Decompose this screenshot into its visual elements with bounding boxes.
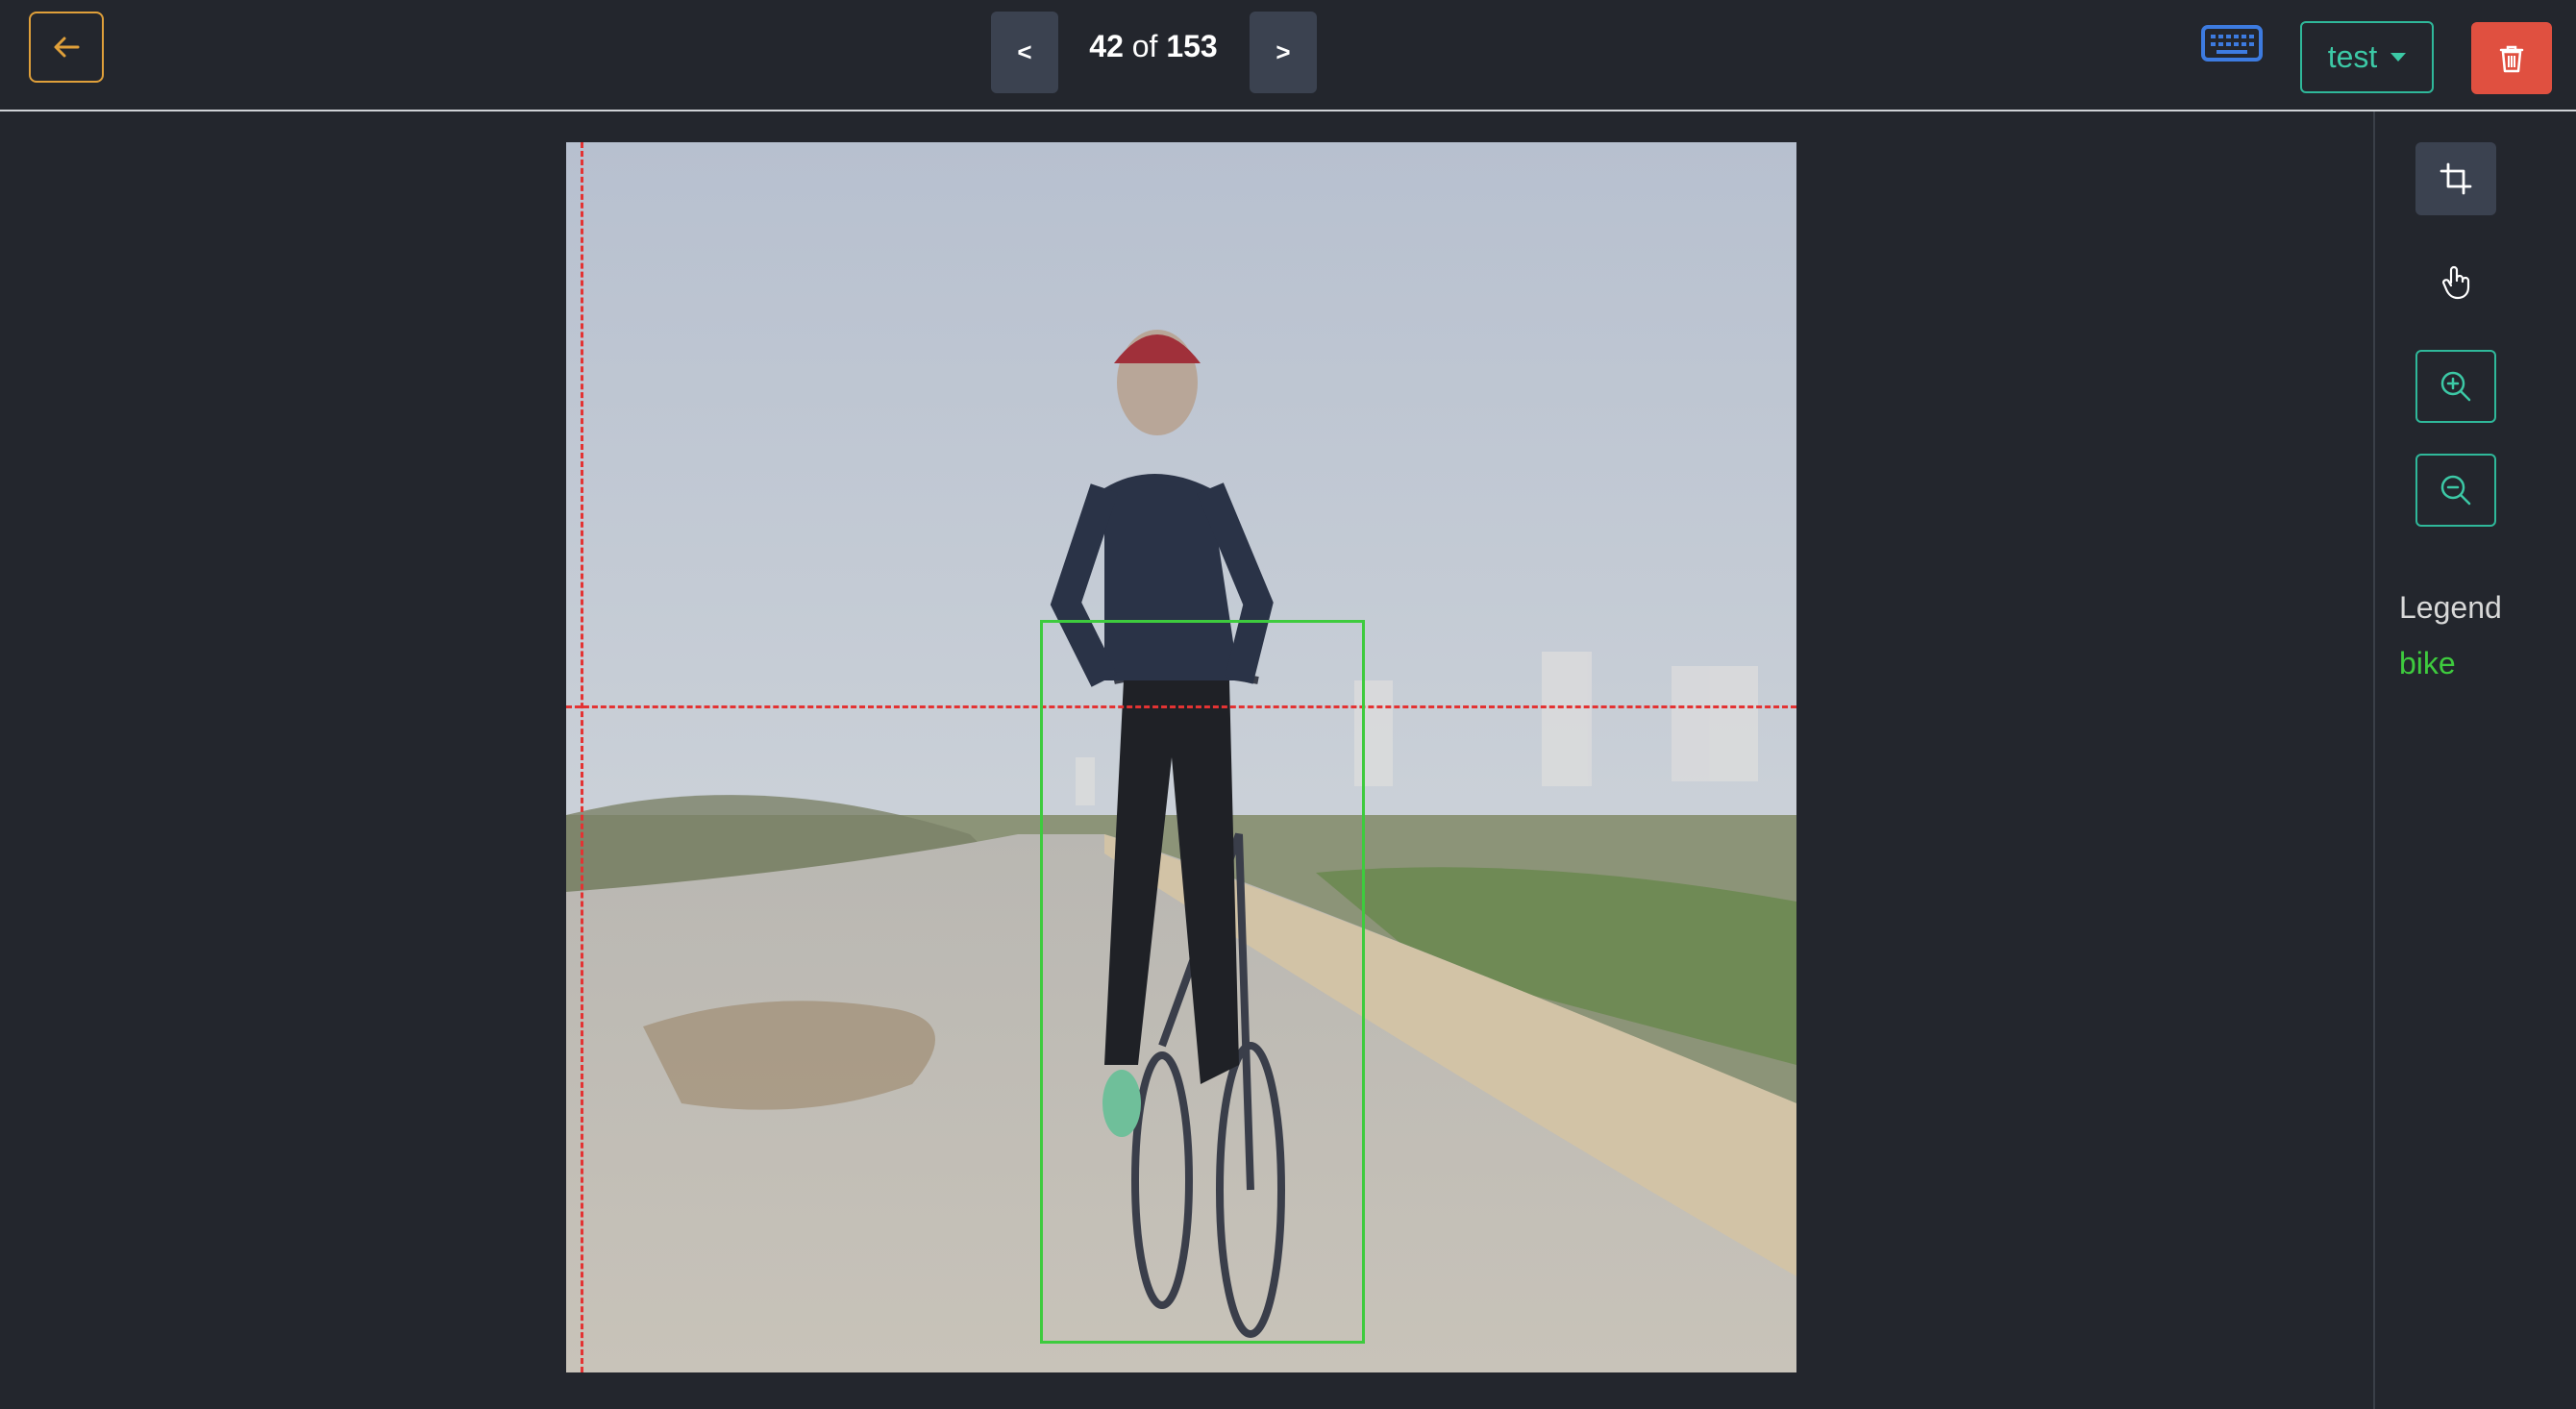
trash-icon [2499, 45, 2524, 72]
current-index: 42 [1089, 29, 1124, 63]
zoom-out-button[interactable] [2415, 454, 2496, 527]
next-image-button[interactable]: > [1250, 12, 1317, 93]
top-toolbar: < 42 of 153 > test [0, 0, 2576, 111]
zoom-out-icon [2440, 475, 2471, 506]
arrow-left-icon [54, 37, 80, 58]
split-dropdown[interactable]: test [2300, 21, 2434, 93]
zoom-in-icon [2440, 371, 2471, 402]
counter-separator: of [1123, 29, 1167, 63]
delete-button[interactable] [2471, 22, 2552, 94]
tools-sidebar: Legend bike [2373, 111, 2576, 1409]
keyboard-icon[interactable] [2201, 25, 2263, 63]
split-dropdown-value: test [2327, 39, 2378, 74]
bounding-box-bike[interactable] [1040, 620, 1365, 1344]
back-button[interactable] [29, 12, 104, 83]
crop-tool-button[interactable] [2415, 142, 2496, 215]
legend-title: Legend [2399, 590, 2502, 625]
hand-pointer-icon [2441, 265, 2470, 300]
image-counter: 42 of 153 [1057, 29, 1250, 64]
total-count: 153 [1166, 29, 1218, 63]
vertical-crosshair-guide [581, 142, 583, 1372]
chevron-down-icon [2390, 53, 2407, 62]
previous-image-button[interactable]: < [991, 12, 1058, 93]
zoom-in-button[interactable] [2415, 350, 2496, 423]
legend-item-bike: bike [2399, 646, 2456, 680]
pan-tool-button[interactable] [2415, 246, 2496, 319]
annotation-canvas[interactable] [566, 142, 1796, 1372]
crop-icon [2440, 162, 2472, 195]
